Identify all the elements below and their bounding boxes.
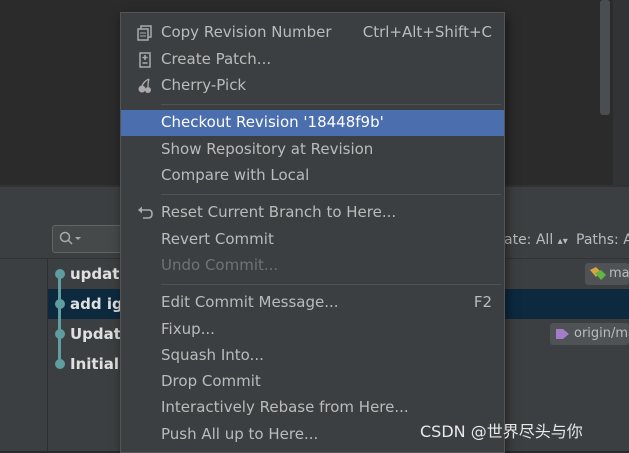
menu-item-revert-commit[interactable]: Revert Commit bbox=[121, 227, 504, 253]
commit-context-menu: Copy Revision Number Ctrl+Alt+Shift+C Cr… bbox=[120, 12, 505, 453]
menu-item-label: Edit Commit Message... bbox=[161, 293, 339, 311]
menu-item-label: Interactively Rebase from Here... bbox=[161, 398, 409, 416]
menu-item-fixup[interactable]: Fixup... bbox=[121, 317, 504, 343]
menu-item-compare-local[interactable]: Compare with Local bbox=[121, 163, 504, 189]
log-search-input[interactable] bbox=[52, 225, 124, 253]
menu-separator bbox=[161, 194, 501, 195]
menu-item-label: Compare with Local bbox=[161, 166, 310, 184]
paths-filter[interactable]: Paths: A bbox=[576, 232, 629, 248]
menu-item-label: Copy Revision Number bbox=[161, 23, 332, 41]
menu-item-create-patch[interactable]: Create Patch... bbox=[121, 47, 504, 73]
menu-item-label: Reset Current Branch to Here... bbox=[161, 203, 397, 221]
paths-filter-label: Paths: A bbox=[576, 232, 629, 248]
menu-item-copy-revision[interactable]: Copy Revision Number Ctrl+Alt+Shift+C bbox=[121, 20, 504, 46]
watermark-text: CSDN @世界尽头与你 bbox=[420, 422, 583, 441]
search-icon bbox=[59, 231, 81, 245]
reset-icon bbox=[138, 206, 153, 219]
menu-item-label: Cherry-Pick bbox=[161, 76, 247, 94]
tag-icon bbox=[590, 267, 606, 280]
commit-graph-node bbox=[55, 329, 65, 339]
menu-item-edit-message[interactable]: Edit Commit Message... F2 bbox=[121, 290, 504, 316]
menu-item-undo-commit: Undo Commit... bbox=[121, 253, 504, 279]
menu-item-squash[interactable]: Squash Into... bbox=[121, 343, 504, 369]
date-filter-label: ate: All bbox=[504, 232, 554, 248]
commit-graph-node bbox=[55, 269, 65, 279]
patch-icon bbox=[139, 52, 151, 68]
menu-separator bbox=[161, 284, 501, 285]
branch-tag: ma bbox=[585, 263, 629, 285]
menu-item-label: Squash Into... bbox=[161, 346, 264, 364]
commit-graph-line bbox=[58, 274, 61, 366]
menu-item-cherry-pick[interactable]: Cherry-Pick bbox=[121, 73, 504, 99]
branch-tag-label: ma bbox=[609, 266, 629, 281]
remote-branch-tag-label: origin/ma bbox=[574, 326, 629, 341]
cherry-icon bbox=[138, 78, 151, 93]
menu-item-label: Create Patch... bbox=[161, 50, 272, 68]
tag-icon bbox=[556, 329, 569, 339]
menu-item-shortcut: Ctrl+Alt+Shift+C bbox=[362, 23, 492, 41]
menu-item-label: Checkout Revision '18448f9b' bbox=[161, 113, 384, 131]
menu-item-label: Revert Commit bbox=[161, 230, 274, 248]
menu-item-label: Undo Commit... bbox=[161, 256, 279, 274]
date-filter[interactable]: ate: All ▴▾ bbox=[504, 232, 568, 248]
menu-item-checkout-revision[interactable]: Checkout Revision '18448f9b' bbox=[121, 110, 504, 136]
menu-item-label: Show Repository at Revision bbox=[161, 140, 374, 158]
menu-item-shortcut: F2 bbox=[473, 293, 492, 311]
right-gutter bbox=[613, 0, 629, 185]
menu-item-label: Drop Commit bbox=[161, 372, 261, 390]
copy-icon bbox=[137, 25, 152, 41]
commit-graph-node bbox=[55, 299, 65, 309]
menu-item-show-repository[interactable]: Show Repository at Revision bbox=[121, 137, 504, 163]
sort-arrows-icon: ▴▾ bbox=[557, 236, 568, 247]
log-left-strip bbox=[0, 259, 48, 451]
menu-item-drop-commit[interactable]: Drop Commit bbox=[121, 369, 504, 395]
menu-item-reset-branch[interactable]: Reset Current Branch to Here... bbox=[121, 200, 504, 226]
remote-branch-tag: origin/ma bbox=[550, 323, 629, 345]
menu-separator bbox=[161, 104, 501, 105]
commit-graph-node bbox=[55, 359, 65, 369]
menu-item-label: Push All up to Here... bbox=[161, 425, 319, 443]
editor-scrollbar[interactable] bbox=[600, 0, 610, 115]
menu-item-label: Fixup... bbox=[161, 320, 215, 338]
